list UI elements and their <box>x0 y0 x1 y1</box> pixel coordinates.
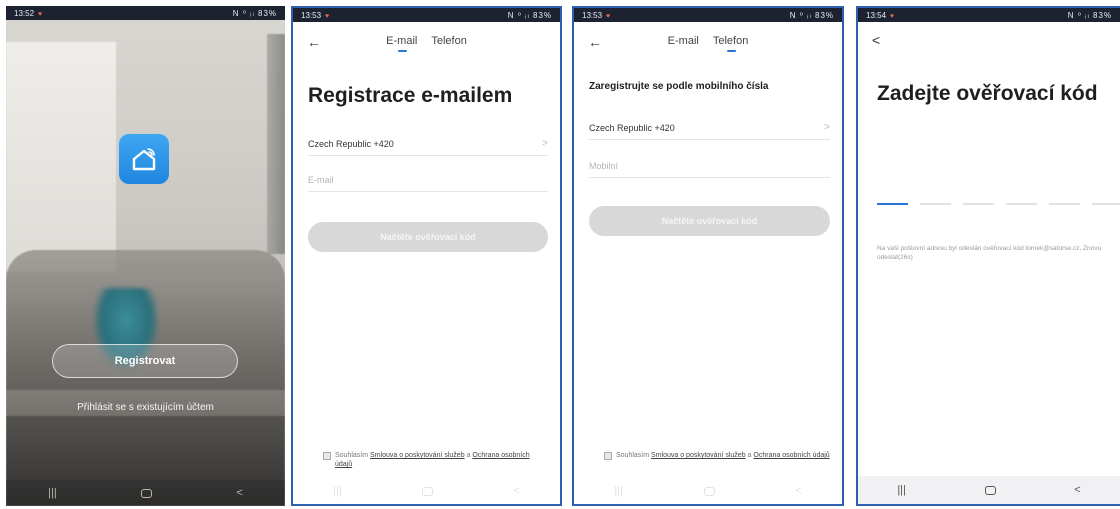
system-nav-bar: ||| < <box>858 476 1120 504</box>
system-nav-bar: ||| < <box>293 478 560 504</box>
status-time: 13:53 <box>301 10 322 20</box>
registration-tabs: E-mail Telefon <box>293 35 560 52</box>
code-input[interactable] <box>877 203 1120 205</box>
consent-text: Souhlasím Smlouva o poskytování služeb a… <box>335 451 548 469</box>
get-code-button[interactable]: Načtěte ověřovací kód <box>589 206 830 236</box>
privacy-link[interactable]: Ochrana osobních údajů <box>753 452 829 459</box>
page-title: Registrace e-mailem <box>308 84 513 107</box>
status-icons: N ⁰ ᵢₗ 83% <box>789 10 834 20</box>
tab-email[interactable]: E-mail <box>668 35 699 52</box>
status-time: 13:52 <box>14 8 35 18</box>
chevron-left-icon[interactable]: < <box>872 32 880 48</box>
country-selector[interactable]: Czech Republic +420 > <box>589 116 830 140</box>
status-time: 13:54 <box>866 10 887 20</box>
code-slot[interactable] <box>877 203 908 205</box>
system-nav-bar: ||| < <box>574 478 842 504</box>
country-selector[interactable]: Czech Republic +420 > <box>308 132 548 156</box>
recents-button[interactable]: ||| <box>614 485 623 497</box>
country-label: Czech Republic +420 <box>308 138 394 149</box>
tab-phone[interactable]: Telefon <box>713 35 748 52</box>
status-icons: N ⁰ ᵢₗ 83% <box>507 10 552 20</box>
get-code-button[interactable]: Načtěte ověřovací kód <box>308 222 548 252</box>
consent-prefix: Souhlasím <box>616 452 650 459</box>
nav-back-button[interactable]: < <box>1074 484 1080 496</box>
verification-code-screen: 13:54 ♥ N ⁰ ᵢₗ 83% < Zadejte ověřovací kó… <box>856 6 1120 506</box>
status-bar: 13:52 ♥ N ⁰ ᵢₗ 83% <box>6 6 285 20</box>
consent-prefix: Souhlasím <box>335 452 369 459</box>
chevron-right-icon: > <box>542 138 548 149</box>
login-existing-account-link[interactable]: Přihlásit se s existujícím účtem <box>6 402 285 413</box>
code-slot[interactable] <box>1049 203 1080 205</box>
tab-phone[interactable]: Telefon <box>431 35 466 52</box>
smart-home-icon <box>119 134 169 184</box>
consent-checkbox[interactable] <box>323 452 331 460</box>
tab-email[interactable]: E-mail <box>386 35 417 52</box>
nav-back-button[interactable]: < <box>236 487 242 499</box>
consent-joiner: a <box>466 452 471 459</box>
consent-joiner: a <box>747 452 752 459</box>
background-photo <box>6 20 285 506</box>
chevron-right-icon: > <box>824 122 830 133</box>
registration-tabs: E-mail Telefon <box>574 35 842 52</box>
heart-icon: ♥ <box>890 12 895 20</box>
status-bar: 13:53 ♥ N ⁰ ᵢₗ 83% <box>293 8 560 22</box>
status-icons: N ⁰ ᵢₗ 83% <box>232 8 277 18</box>
consent-row: Souhlasím Smlouva o poskytování služeb a… <box>604 451 830 460</box>
home-square-icon[interactable] <box>984 485 996 495</box>
phone-registration-screen: 13:53 ♥ N ⁰ ᵢₗ 83% ← E-mail Telefon Zareg… <box>572 6 844 506</box>
status-time: 13:53 <box>582 10 603 20</box>
heart-icon: ♥ <box>606 12 611 20</box>
terms-link[interactable]: Smlouva o poskytování služeb <box>651 452 746 459</box>
status-bar: 13:53 ♥ N ⁰ ᵢₗ 83% <box>574 8 842 22</box>
consent-checkbox[interactable] <box>604 452 612 460</box>
country-label: Czech Republic +420 <box>589 122 675 133</box>
page-title: Zaregistrujte se podle mobilního čísla <box>589 81 769 92</box>
home-square-icon[interactable] <box>703 486 715 496</box>
status-bar: 13:54 ♥ N ⁰ ᵢₗ 83% <box>858 8 1120 22</box>
code-slot[interactable] <box>1006 203 1037 205</box>
verification-note: Na vaši poštovní adresu byl odeslán ověř… <box>877 245 1102 261</box>
nav-back-button[interactable]: < <box>513 485 519 497</box>
consent-row: Souhlasím Smlouva o poskytování služeb a… <box>323 451 548 469</box>
home-square-icon[interactable] <box>141 488 153 498</box>
register-button[interactable]: Registrovat <box>52 344 238 378</box>
consent-text: Souhlasím Smlouva o poskytování služeb a… <box>616 451 830 460</box>
recents-button[interactable]: ||| <box>48 487 57 499</box>
home-square-icon[interactable] <box>422 486 434 496</box>
terms-link[interactable]: Smlouva o poskytování služeb <box>370 452 465 459</box>
code-slot[interactable] <box>920 203 951 205</box>
recents-button[interactable]: ||| <box>897 484 906 496</box>
mobile-field[interactable]: Mobilní <box>589 154 830 178</box>
page-title: Zadejte ověřovací kód <box>877 82 1098 105</box>
heart-icon: ♥ <box>38 10 43 18</box>
status-icons: N ⁰ ᵢₗ 83% <box>1067 10 1112 20</box>
code-slot[interactable] <box>963 203 994 205</box>
recents-button[interactable]: ||| <box>333 485 342 497</box>
system-nav-bar: ||| < <box>6 480 285 506</box>
code-slot[interactable] <box>1092 203 1120 205</box>
nav-back-button[interactable]: < <box>795 485 801 497</box>
splash-screen: 13:52 ♥ N ⁰ ᵢₗ 83% Registrovat Přihlásit … <box>6 6 285 506</box>
email-field[interactable]: E-mail <box>308 168 548 192</box>
email-registration-screen: 13:53 ♥ N ⁰ ᵢₗ 83% ← E-mail Telefon Regis… <box>291 6 562 506</box>
heart-icon: ♥ <box>325 12 330 20</box>
